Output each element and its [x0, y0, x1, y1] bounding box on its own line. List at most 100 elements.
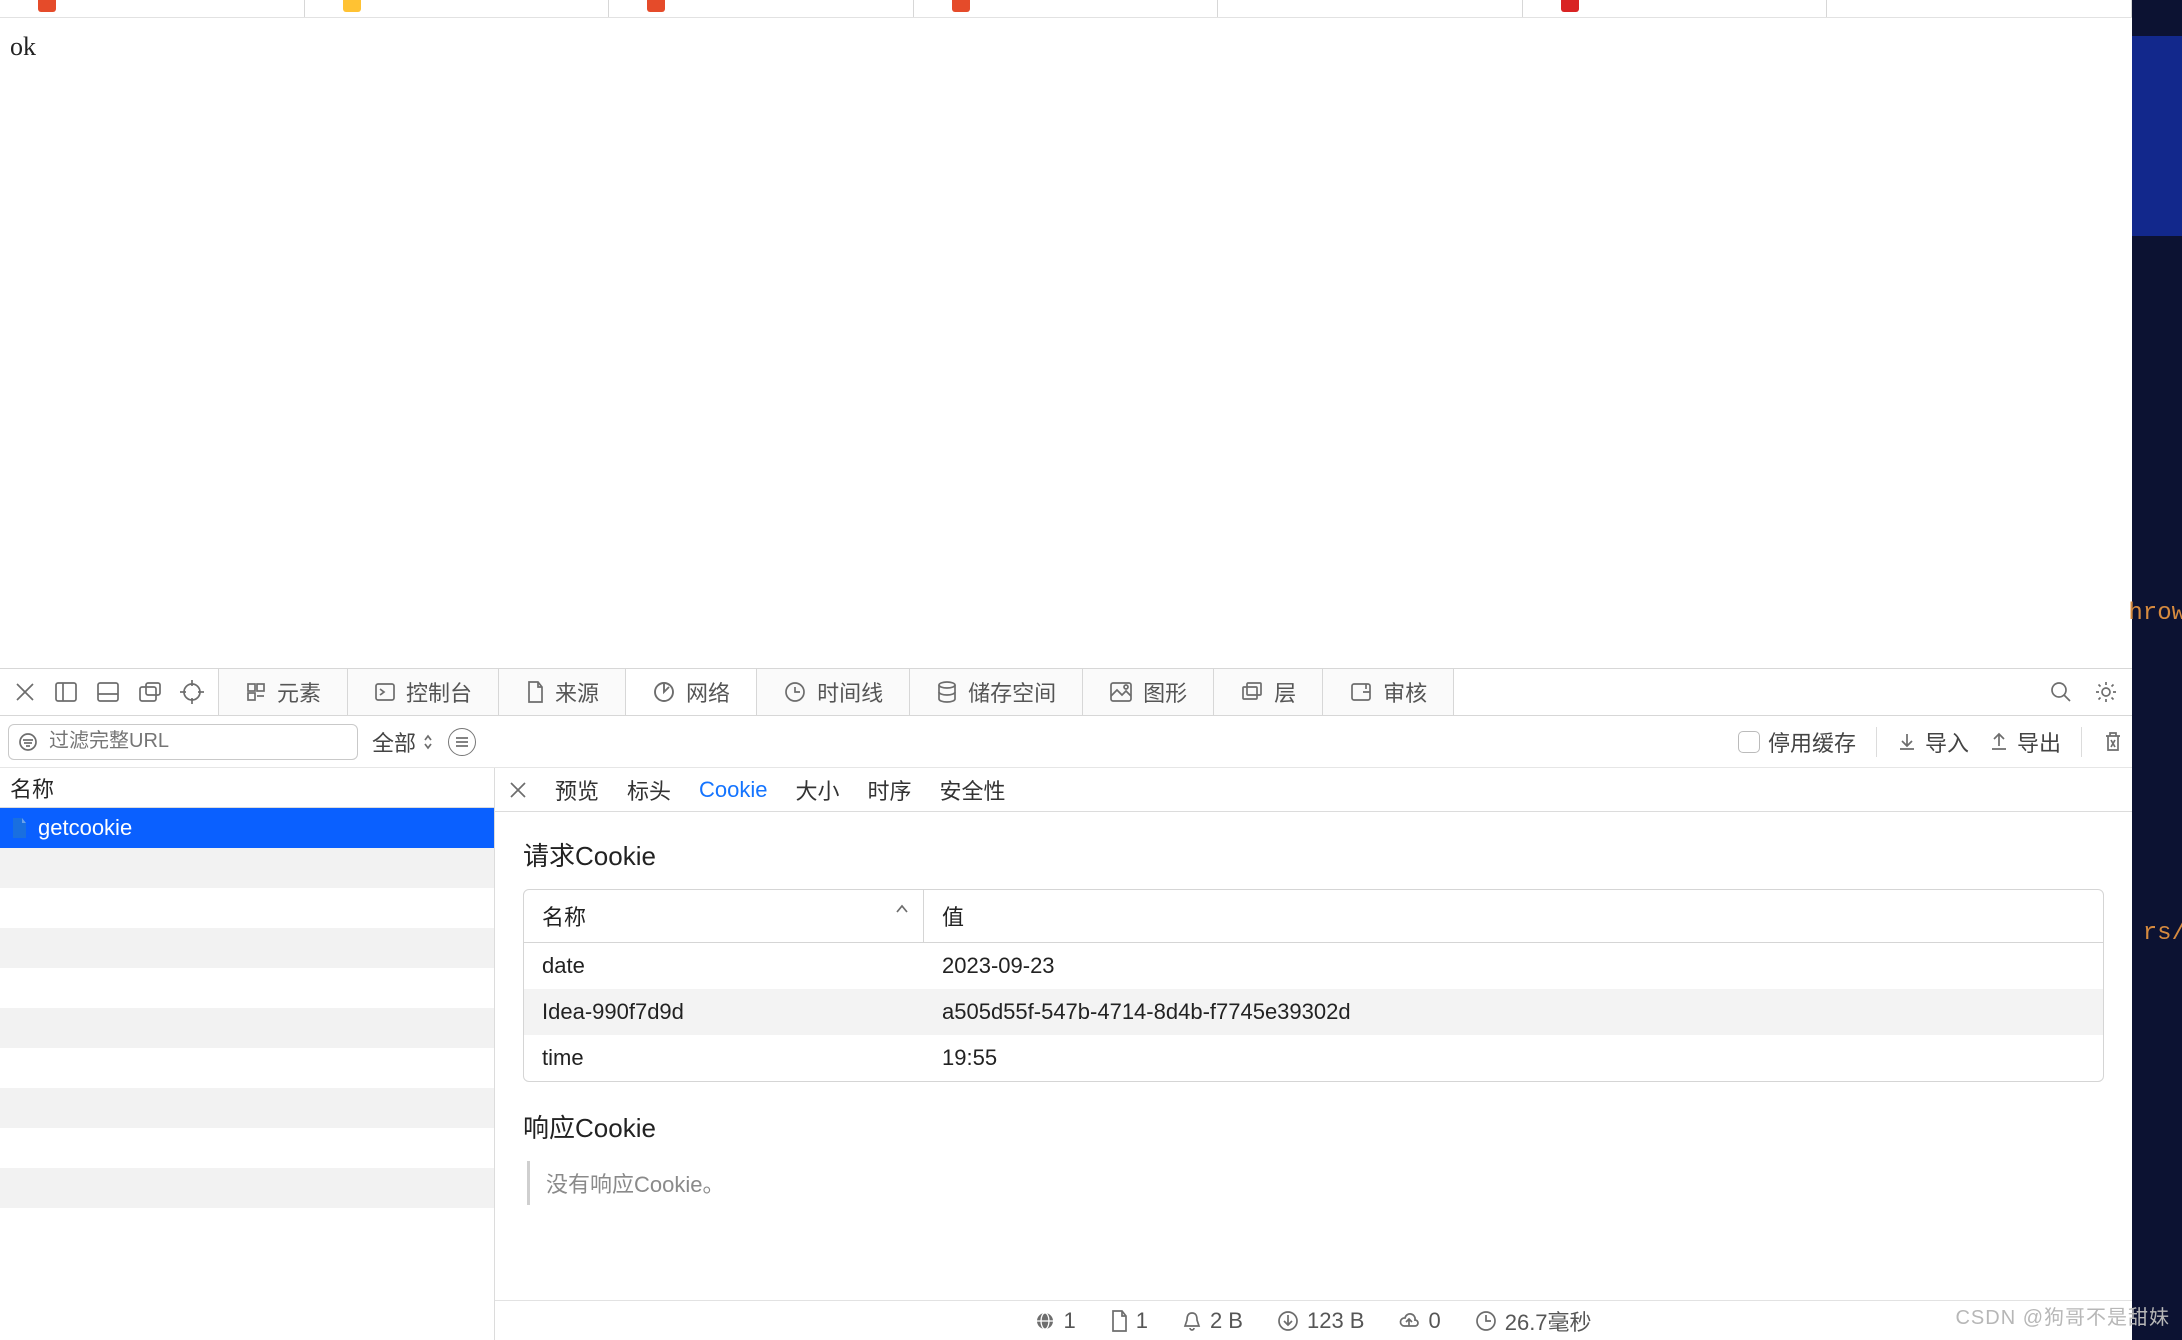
request-row[interactable]: getcookie — [0, 808, 494, 848]
tab-sources[interactable]: 来源 — [499, 669, 626, 715]
status-warnings: 2 B — [1182, 1308, 1243, 1334]
detail-tab-security[interactable]: 安全性 — [940, 774, 1006, 806]
code-snippet: hrow — [2128, 600, 2182, 627]
tab-label: 时间线 — [817, 676, 883, 708]
response-cookies-empty: 没有响应Cookie。 — [527, 1161, 2104, 1205]
close-icon[interactable] — [509, 781, 527, 799]
type-select-label: 全部 — [372, 726, 416, 758]
page-body-text: ok — [10, 32, 36, 61]
gear-icon[interactable] — [2094, 680, 2118, 704]
import-button[interactable]: 导入 — [1897, 726, 1969, 758]
detail-tab-headers[interactable]: 标头 — [627, 774, 671, 806]
status-documents: 1 — [1110, 1308, 1148, 1334]
layers-icon — [1240, 681, 1264, 703]
tab-graphics[interactable]: 图形 — [1083, 669, 1214, 715]
dock-left-icon[interactable] — [54, 681, 78, 703]
cookie-name: time — [524, 1035, 924, 1081]
browser-tab[interactable] — [914, 0, 1219, 17]
filter-url-input[interactable] — [8, 724, 358, 760]
tab-network[interactable]: 网络 — [626, 669, 757, 715]
popout-icon[interactable] — [138, 681, 162, 703]
favicon-icon — [952, 0, 970, 12]
elements-icon — [245, 681, 267, 703]
detail-tab-size[interactable]: 大小 — [796, 774, 840, 806]
status-transferred: 123 B — [1277, 1308, 1365, 1334]
download-circle-icon — [1277, 1310, 1299, 1332]
close-icon[interactable] — [14, 681, 36, 703]
document-icon — [10, 817, 28, 839]
request-row-empty — [0, 1048, 494, 1088]
request-row-empty — [0, 968, 494, 1008]
tab-label: 控制台 — [406, 676, 472, 708]
search-icon[interactable] — [2050, 681, 2072, 703]
document-icon — [1110, 1310, 1128, 1332]
column-header-name: 名称 — [10, 772, 54, 804]
tab-elements[interactable]: 元素 — [219, 669, 348, 715]
devtools-tab-bar: 元素 控制台 来源 网络 时间线 储存空间 — [0, 668, 2132, 716]
request-list: 名称 getcookie — [0, 768, 495, 1340]
grouping-icon[interactable] — [448, 728, 476, 756]
export-label: 导出 — [2017, 726, 2061, 758]
tab-layers[interactable]: 层 — [1214, 669, 1323, 715]
disable-cache-toggle[interactable]: 停用缓存 — [1738, 726, 1856, 758]
tab-label: 审核 — [1383, 676, 1427, 708]
request-type-select[interactable]: 全部 — [372, 726, 434, 758]
cookie-name: date — [524, 943, 924, 989]
graphics-icon — [1109, 681, 1133, 703]
background-window: hrow rs/ — [2132, 0, 2182, 1340]
tab-timeline[interactable]: 时间线 — [757, 669, 910, 715]
import-label: 导入 — [1925, 726, 1969, 758]
timeline-icon — [783, 680, 807, 704]
browser-tab[interactable] — [1523, 0, 1828, 17]
network-filter-bar: 全部 停用缓存 导入 导出 — [0, 716, 2132, 768]
col-header-value[interactable]: 值 — [924, 890, 2103, 943]
tab-console[interactable]: 控制台 — [348, 669, 499, 715]
export-button[interactable]: 导出 — [1989, 726, 2061, 758]
cookies-table: 名称 值 date 2023-09-23 — [523, 889, 2104, 1082]
favicon-icon — [647, 0, 665, 12]
network-status-bar: 1 1 2 B 123 B — [495, 1300, 2132, 1340]
trash-icon[interactable] — [2102, 730, 2124, 754]
browser-tab[interactable] — [0, 0, 305, 17]
detail-tab-preview[interactable]: 预览 — [555, 774, 599, 806]
console-icon — [374, 681, 396, 703]
request-cookies-title: 请求Cookie — [523, 836, 2104, 873]
table-row[interactable]: date 2023-09-23 — [524, 943, 2103, 989]
status-time: 26.7毫秒 — [1475, 1305, 1592, 1337]
favicon-icon — [38, 0, 56, 12]
request-detail: 预览 标头 Cookie 大小 时序 安全性 请求Cookie 名称 — [495, 768, 2132, 1340]
page-content: ok — [0, 18, 2132, 668]
browser-tab[interactable] — [305, 0, 610, 17]
browser-tab[interactable] — [1827, 0, 2132, 17]
browser-tab[interactable] — [1218, 0, 1523, 17]
target-icon[interactable] — [180, 680, 204, 704]
watermark: CSDN @狗哥不是甜妹 — [1955, 1301, 2170, 1330]
col-header-name[interactable]: 名称 — [524, 890, 924, 943]
detail-tab-timing[interactable]: 时序 — [868, 774, 912, 806]
cookie-value: 2023-09-23 — [924, 943, 2103, 989]
tab-label: 图形 — [1143, 676, 1187, 708]
table-row[interactable]: time 19:55 — [524, 1035, 2103, 1081]
chevron-up-icon — [895, 904, 909, 914]
status-value: 2 B — [1210, 1308, 1243, 1334]
request-list-header[interactable]: 名称 — [0, 768, 494, 808]
browser-tab-strip — [0, 0, 2132, 18]
detail-tab-cookie[interactable]: Cookie — [699, 777, 767, 803]
sources-icon — [525, 680, 545, 704]
browser-tab[interactable] — [609, 0, 914, 17]
col-header-name-label: 名称 — [542, 905, 586, 930]
request-row-empty — [0, 1208, 494, 1248]
status-requests: 1 — [1035, 1308, 1075, 1334]
dock-bottom-icon[interactable] — [96, 681, 120, 703]
table-row[interactable]: Idea-990f7d9d a505d55f-547b-4714-8d4b-f7… — [524, 989, 2103, 1035]
request-name: getcookie — [38, 815, 132, 841]
tab-audit[interactable]: 审核 — [1323, 669, 1454, 715]
code-snippet: rs/ — [2143, 920, 2182, 947]
request-row-empty — [0, 1128, 494, 1168]
status-value: 1 — [1136, 1308, 1148, 1334]
request-row-empty — [0, 1088, 494, 1128]
tab-storage[interactable]: 储存空间 — [910, 669, 1083, 715]
request-row-empty — [0, 848, 494, 888]
response-cookies-title: 响应Cookie — [523, 1108, 2104, 1145]
status-value: 0 — [1428, 1308, 1440, 1334]
